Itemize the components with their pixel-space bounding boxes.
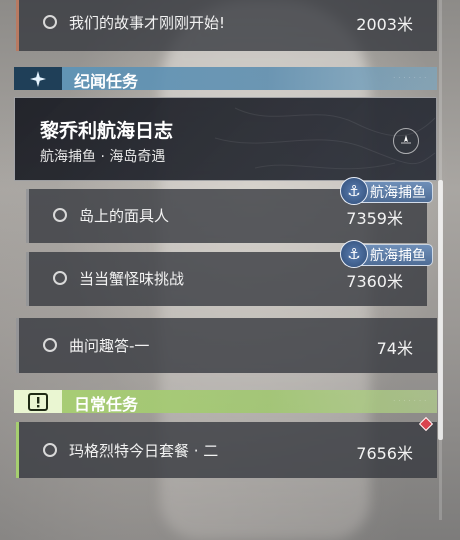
section-icon-box: [14, 390, 62, 413]
tag-badge-fishing: ⚓ 航海捕鱼: [340, 177, 433, 205]
badge-label: 航海捕鱼: [370, 248, 426, 264]
anchor-icon: ⚓: [340, 177, 368, 205]
badge-label: 航海捕鱼: [370, 185, 426, 201]
quest-distance: 2003米: [356, 15, 413, 34]
section-header-daily[interactable]: 日常任务 · · · · · · ·: [14, 390, 437, 414]
tag-badge-fishing: ⚓ 航海捕鱼: [340, 240, 433, 268]
exclamation-icon: [28, 392, 48, 411]
quest-distance: 74米: [376, 339, 413, 358]
compass-icon: [401, 135, 411, 144]
section-decor-text: · · · · · · ·: [393, 75, 427, 81]
quest-status-circle: [43, 338, 57, 352]
quest-status-circle: [43, 443, 57, 457]
section-header-story[interactable]: 纪闻任务 · · · · · · ·: [14, 67, 437, 91]
section-decor-text: · · · · · · ·: [393, 398, 427, 404]
quest-item-story-start[interactable]: 我们的故事才刚刚开始! 2003米: [16, 0, 437, 51]
quest-status-circle: [43, 15, 57, 29]
quest-distance: 7656米: [356, 444, 413, 463]
featured-quest-card[interactable]: 黎乔利航海日志 航海捕鱼 · 海岛奇遇: [14, 97, 437, 181]
section-icon-box: [14, 67, 62, 90]
quest-distance: 7359米: [346, 209, 403, 228]
quest-status-circle: [53, 271, 67, 285]
section-label: 日常任务: [74, 395, 139, 414]
quest-item-q3[interactable]: 曲问趣答-一 74米: [16, 318, 437, 373]
quest-distance: 7360米: [346, 272, 403, 291]
quest-name: 当当蟹怪味挑战: [79, 270, 185, 288]
featured-quest-title: 黎乔利航海日志: [40, 120, 174, 142]
quest-name: 岛上的面具人: [79, 207, 170, 225]
section-label: 纪闻任务: [74, 72, 139, 91]
quest-item-daily1[interactable]: 玛格烈特今日套餐 · 二 7656米: [16, 422, 437, 478]
track-button[interactable]: [393, 128, 419, 154]
sparkle-icon: [30, 70, 46, 87]
quest-name: 我们的故事才刚刚开始!: [69, 14, 226, 32]
scrollbar-thumb[interactable]: [438, 180, 443, 440]
quest-name: 曲问趣答-一: [69, 337, 150, 355]
quest-name: 玛格烈特今日套餐 · 二: [69, 442, 219, 460]
quest-status-circle: [53, 208, 67, 222]
featured-quest-subtitle: 航海捕鱼 · 海岛奇遇: [40, 149, 166, 165]
anchor-icon: ⚓: [340, 240, 368, 268]
